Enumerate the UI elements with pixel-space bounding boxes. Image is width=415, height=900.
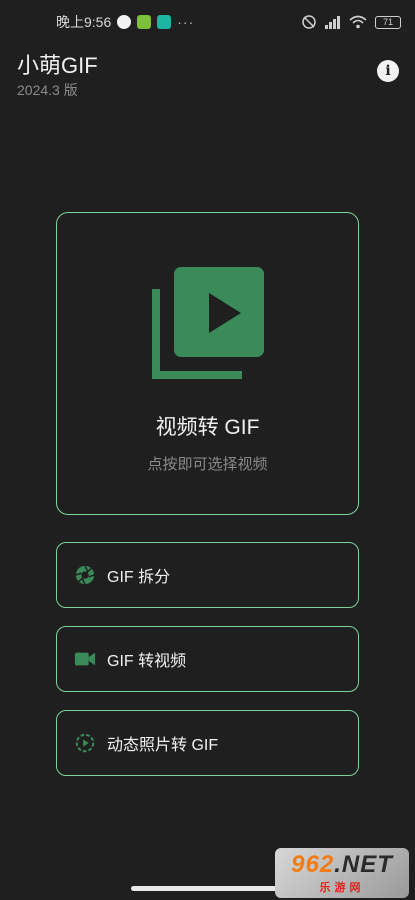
gif-to-video-button[interactable]: GIF 转视频 — [56, 626, 359, 692]
video-library-icon — [152, 267, 264, 379]
watermark-logo: 962.NET — [291, 851, 393, 879]
gif-to-video-label: GIF 转视频 — [107, 653, 187, 670]
battery-icon: 71 — [375, 15, 401, 29]
watermark-sub: 乐游网 — [319, 882, 365, 894]
info-icon[interactable]: i — [377, 60, 399, 82]
motion-photo-to-gif-button[interactable]: 动态照片转 GIF — [56, 710, 359, 776]
video-to-gif-card[interactable]: 视频转 GIF 点按即可选择视频 — [56, 212, 359, 515]
signal-icon — [325, 15, 341, 29]
gif-split-button[interactable]: GIF 拆分 — [56, 542, 359, 608]
site-watermark: 962.NET 乐游网 — [275, 848, 409, 898]
motion-photo-to-gif-label: 动态照片转 GIF — [107, 737, 219, 754]
card-subtitle: 点按即可选择视频 — [147, 456, 268, 473]
watermark-suffix: .NET — [334, 851, 393, 878]
videocam-icon — [74, 652, 96, 666]
status-right: 71 — [301, 14, 401, 30]
watermark-digits: 962 — [291, 851, 335, 878]
status-bar: 晚上9:56 ··· 71 — [0, 0, 415, 44]
app-version: 2024.3 版 — [17, 82, 78, 98]
no-disturb-icon — [302, 15, 316, 29]
motion-photo-icon — [75, 733, 95, 753]
status-time: 晚上9:56 — [56, 14, 112, 30]
aperture-icon — [75, 565, 95, 585]
card-title: 视频转 GIF — [155, 416, 260, 439]
qq-notification-icon — [117, 15, 132, 29]
more-notifications-icon: ··· — [177, 14, 195, 30]
home-indicator[interactable] — [131, 886, 283, 891]
gif-split-label: GIF 拆分 — [107, 569, 171, 586]
wifi-icon — [349, 15, 367, 29]
app-title: 小萌GIF — [17, 53, 98, 78]
status-left: 晚上9:56 ··· — [18, 12, 194, 32]
shield-notification-icon — [157, 15, 172, 29]
download-notification-icon — [137, 15, 152, 29]
